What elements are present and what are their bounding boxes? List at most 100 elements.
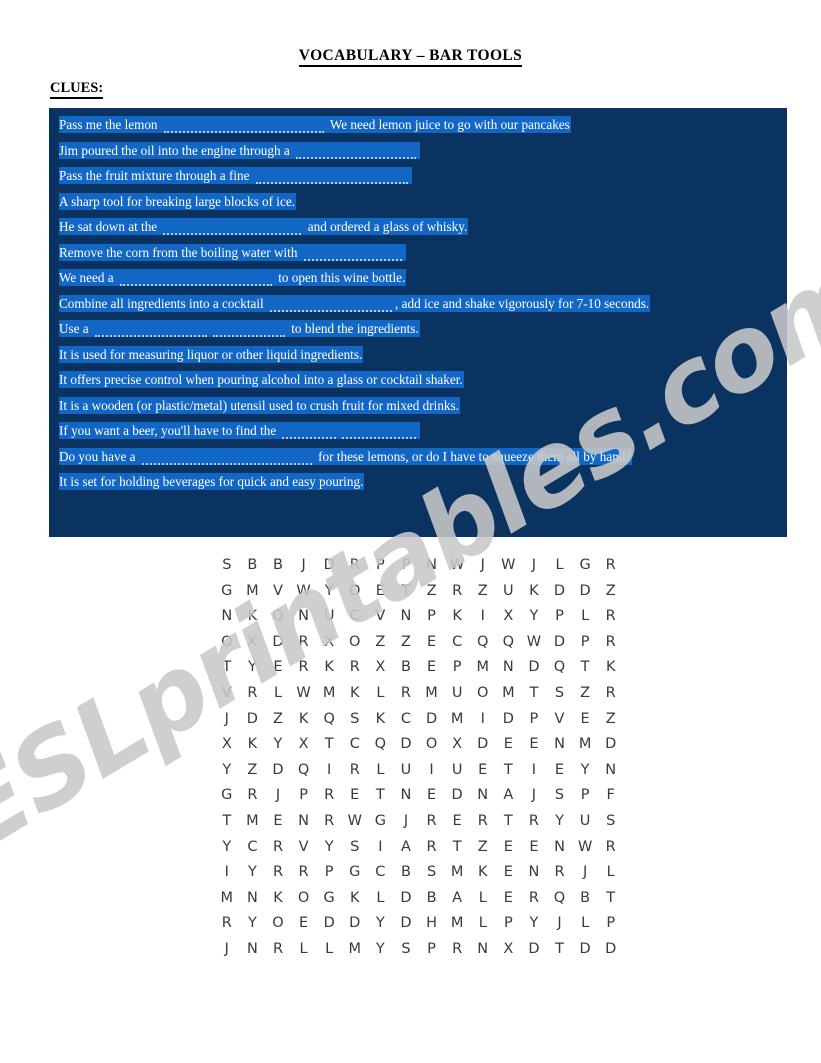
grid-cell[interactable]: L — [368, 758, 394, 784]
grid-cell[interactable]: T — [214, 655, 240, 681]
grid-cell[interactable]: T — [393, 579, 419, 605]
grid-cell[interactable]: Y — [368, 911, 394, 937]
grid-cell[interactable]: P — [393, 553, 419, 579]
grid-cell[interactable]: W — [291, 579, 317, 605]
grid-cell[interactable]: J — [521, 783, 547, 809]
grid-cell[interactable]: Q — [316, 707, 342, 733]
grid-cell[interactable]: A — [393, 835, 419, 861]
grid-cell[interactable]: N — [240, 937, 266, 963]
answer-blank[interactable] — [270, 299, 393, 312]
grid-cell[interactable]: E — [470, 758, 496, 784]
grid-cell[interactable]: R — [598, 630, 624, 656]
grid-cell[interactable]: K — [240, 732, 266, 758]
grid-cell[interactable]: E — [496, 860, 522, 886]
grid-cell[interactable]: L — [316, 937, 342, 963]
grid-cell[interactable]: Z — [470, 579, 496, 605]
grid-cell[interactable]: L — [470, 886, 496, 912]
grid-cell[interactable]: R — [265, 835, 291, 861]
grid-cell[interactable]: O — [214, 630, 240, 656]
grid-cell[interactable]: S — [598, 809, 624, 835]
grid-cell[interactable]: Y — [547, 809, 573, 835]
grid-cell[interactable]: U — [316, 604, 342, 630]
grid-cell[interactable]: K — [368, 707, 394, 733]
grid-cell[interactable]: D — [265, 758, 291, 784]
grid-cell[interactable]: W — [521, 630, 547, 656]
grid-cell[interactable]: L — [547, 553, 573, 579]
grid-cell[interactable]: J — [470, 553, 496, 579]
grid-cell[interactable]: U — [572, 809, 598, 835]
grid-cell[interactable]: M — [342, 937, 368, 963]
grid-cell[interactable]: G — [572, 553, 598, 579]
grid-cell[interactable]: E — [419, 783, 445, 809]
grid-cell[interactable]: Q — [496, 630, 522, 656]
grid-cell[interactable]: V — [214, 681, 240, 707]
grid-cell[interactable]: M — [316, 681, 342, 707]
grid-cell[interactable]: R — [598, 835, 624, 861]
grid-cell[interactable]: C — [342, 604, 368, 630]
grid-cell[interactable]: J — [265, 783, 291, 809]
grid-cell[interactable]: L — [368, 886, 394, 912]
grid-cell[interactable]: U — [496, 579, 522, 605]
grid-cell[interactable]: I — [316, 758, 342, 784]
grid-cell[interactable]: T — [496, 758, 522, 784]
grid-cell[interactable]: B — [265, 553, 291, 579]
grid-cell[interactable]: W — [496, 553, 522, 579]
grid-cell[interactable]: T — [444, 835, 470, 861]
grid-cell[interactable]: Q — [265, 604, 291, 630]
grid-cell[interactable]: R — [393, 681, 419, 707]
grid-cell[interactable]: E — [572, 707, 598, 733]
grid-cell[interactable]: E — [521, 835, 547, 861]
grid-cell[interactable]: Y — [240, 655, 266, 681]
grid-cell[interactable]: S — [419, 860, 445, 886]
grid-cell[interactable]: R — [265, 937, 291, 963]
grid-cell[interactable]: J — [291, 553, 317, 579]
grid-cell[interactable]: U — [444, 681, 470, 707]
grid-cell[interactable]: W — [291, 681, 317, 707]
grid-cell[interactable]: O — [342, 630, 368, 656]
grid-cell[interactable]: E — [496, 886, 522, 912]
grid-cell[interactable]: B — [572, 886, 598, 912]
grid-cell[interactable]: R — [265, 860, 291, 886]
grid-cell[interactable]: I — [419, 758, 445, 784]
grid-cell[interactable]: Q — [368, 732, 394, 758]
grid-cell[interactable]: B — [393, 860, 419, 886]
answer-blank[interactable] — [282, 426, 337, 439]
grid-cell[interactable]: P — [496, 911, 522, 937]
grid-cell[interactable]: B — [240, 553, 266, 579]
grid-cell[interactable]: X — [240, 630, 266, 656]
grid-cell[interactable]: T — [368, 783, 394, 809]
grid-cell[interactable]: S — [214, 553, 240, 579]
grid-cell[interactable]: D — [572, 579, 598, 605]
grid-cell[interactable]: X — [291, 732, 317, 758]
grid-cell[interactable]: X — [496, 937, 522, 963]
grid-cell[interactable]: R — [419, 835, 445, 861]
grid-cell[interactable]: O — [265, 911, 291, 937]
answer-blank[interactable] — [163, 120, 324, 133]
grid-cell[interactable]: K — [342, 886, 368, 912]
grid-cell[interactable]: G — [214, 783, 240, 809]
grid-cell[interactable]: E — [521, 732, 547, 758]
grid-cell[interactable]: Y — [521, 911, 547, 937]
grid-cell[interactable]: R — [342, 758, 368, 784]
grid-cell[interactable]: G — [368, 809, 394, 835]
grid-cell[interactable]: K — [521, 579, 547, 605]
grid-cell[interactable]: G — [316, 886, 342, 912]
grid-cell[interactable]: Z — [265, 707, 291, 733]
grid-cell[interactable]: N — [393, 604, 419, 630]
answer-blank[interactable] — [94, 324, 207, 337]
grid-cell[interactable]: C — [368, 860, 394, 886]
grid-cell[interactable]: D — [547, 630, 573, 656]
grid-cell[interactable]: R — [214, 911, 240, 937]
grid-cell[interactable]: Z — [393, 630, 419, 656]
grid-cell[interactable]: O — [342, 579, 368, 605]
grid-cell[interactable]: E — [342, 783, 368, 809]
grid-cell[interactable]: Z — [240, 758, 266, 784]
grid-cell[interactable]: A — [444, 886, 470, 912]
grid-cell[interactable]: T — [521, 681, 547, 707]
grid-cell[interactable]: V — [368, 604, 394, 630]
grid-cell[interactable]: F — [598, 783, 624, 809]
grid-cell[interactable]: L — [291, 937, 317, 963]
grid-cell[interactable]: Z — [572, 681, 598, 707]
grid-cell[interactable]: L — [470, 911, 496, 937]
grid-cell[interactable]: B — [393, 655, 419, 681]
